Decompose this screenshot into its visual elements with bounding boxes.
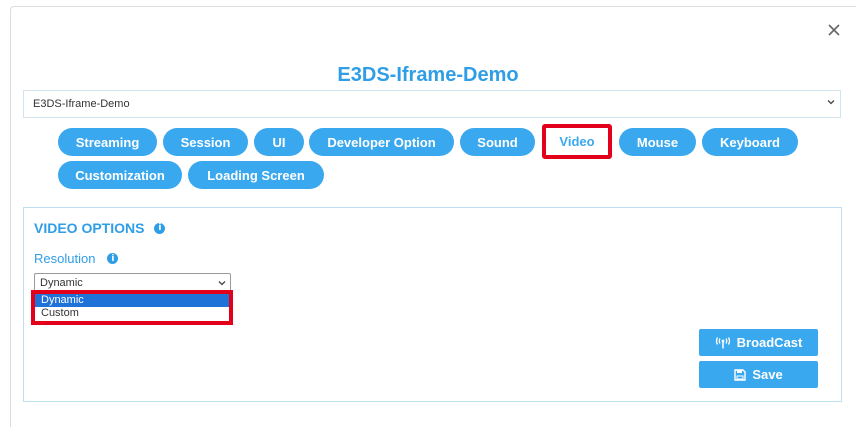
option-dynamic[interactable]: Dynamic (35, 294, 229, 307)
tab-loading-screen[interactable]: Loading Screen (188, 161, 324, 189)
info-icon[interactable]: i (154, 222, 166, 234)
app-select[interactable]: E3DS-Iframe-Demo (23, 90, 841, 118)
tab-ui[interactable]: UI (254, 128, 304, 156)
close-button[interactable] (824, 20, 844, 40)
tab-sound[interactable]: Sound (460, 128, 535, 156)
tab-mouse[interactable]: Mouse (619, 128, 696, 156)
broadcast-icon (715, 336, 730, 348)
close-icon (828, 24, 840, 36)
app-select-value: E3DS-Iframe-Demo (33, 98, 130, 110)
option-custom[interactable]: Custom (35, 307, 229, 320)
resolution-select-value: Dynamic (40, 277, 83, 289)
save-label: Save (752, 367, 783, 382)
resolution-dropdown-list: Dynamic Custom (31, 290, 233, 325)
video-options-heading: VIDEO OPTIONS i (34, 220, 166, 236)
broadcast-label: BroadCast (736, 335, 803, 350)
broadcast-button[interactable]: BroadCast (699, 329, 818, 356)
tab-video[interactable]: Video (542, 124, 612, 159)
chevron-down-icon (218, 281, 226, 286)
tab-streaming[interactable]: Streaming (58, 128, 157, 156)
chevron-down-icon (827, 100, 835, 105)
video-options-title: VIDEO OPTIONS (34, 220, 145, 236)
modal-title: E3DS-Iframe-Demo (337, 64, 519, 86)
resolution-label: Resolution (34, 251, 96, 266)
tab-developer-option[interactable]: Developer Option (309, 128, 454, 156)
tab-session[interactable]: Session (163, 128, 248, 156)
save-button[interactable]: Save (699, 361, 818, 388)
info-icon[interactable]: i (107, 253, 119, 264)
tab-customization[interactable]: Customization (58, 161, 182, 189)
tab-keyboard[interactable]: Keyboard (702, 128, 798, 156)
save-icon (734, 368, 747, 381)
resolution-label-row: Resolution i (34, 251, 119, 266)
